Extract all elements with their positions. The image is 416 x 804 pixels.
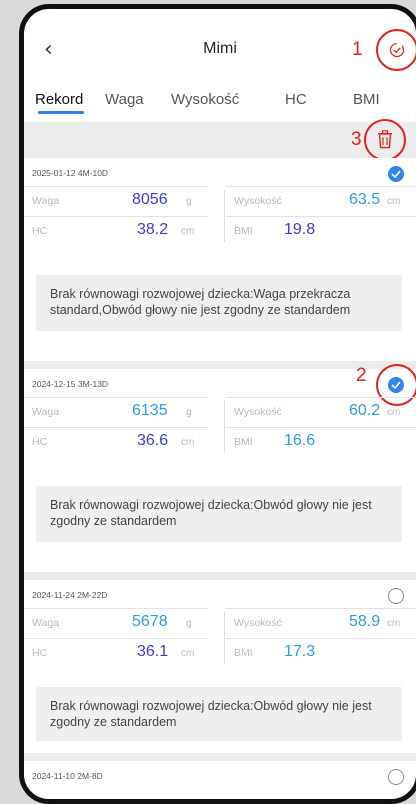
metric-unit: g — [186, 618, 192, 629]
metric-waga: Waga 6135 g — [24, 397, 208, 426]
record-separator — [24, 572, 416, 580]
metric-label: Wysokość — [234, 617, 282, 629]
metric-label: Waga — [32, 617, 60, 629]
metric-label: HC — [32, 225, 48, 237]
metric-label: BMI — [234, 647, 253, 659]
metric-label: HC — [32, 436, 48, 448]
record-date: 2024-11-10 2M-8D — [32, 771, 103, 781]
metric-hc: HC 36.6 cm — [24, 427, 208, 456]
record-note: Brak równowagi rozwojowej dziecka:Obwód … — [36, 687, 402, 741]
record-card[interactable]: 2024-11-10 2M-8D — [24, 761, 416, 799]
phone-frame: ‹ Mimi 1 Rekord Waga Wysokość HC BMI 3 2… — [19, 4, 416, 804]
record-date: 2025-01-12 4M-10D — [32, 168, 109, 178]
metric-label: Wysokość — [234, 195, 282, 207]
tab-wysokosc[interactable]: Wysokość — [171, 91, 239, 108]
record-card[interactable]: 2024-11-24 2M-22D Waga 5678 g Wysokość 5… — [24, 580, 416, 753]
metric-label: BMI — [234, 436, 253, 448]
divider — [224, 190, 225, 242]
metric-value: 63.5 — [349, 191, 381, 208]
metric-bmi: BMI 19.8 — [226, 216, 416, 245]
metric-value: 38.2 — [137, 221, 169, 238]
tab-bar: Rekord Waga Wysokość HC BMI — [24, 81, 416, 121]
metric-unit: g — [186, 196, 192, 207]
divider — [224, 612, 225, 664]
metric-label: BMI — [234, 225, 253, 237]
metric-bmi: BMI 17.3 — [226, 638, 416, 667]
metric-value: 58.9 — [349, 613, 381, 630]
annotation-2: 2 — [356, 365, 367, 386]
metric-unit: cm — [181, 226, 195, 237]
check-icon — [391, 170, 401, 178]
metric-waga: Waga 5678 g — [24, 608, 208, 637]
metric-waga: Waga 8056 g — [24, 186, 208, 215]
record-card[interactable]: 2025-01-12 4M-10D Waga 8056 g Wysokość 6… — [24, 158, 416, 361]
record-checkbox[interactable] — [388, 588, 404, 604]
annotation-3: 3 — [351, 129, 362, 150]
metric-label: HC — [32, 647, 48, 659]
metric-hc: HC 38.2 cm — [24, 216, 208, 245]
tab-hc[interactable]: HC — [285, 91, 307, 108]
tab-bmi[interactable]: BMI — [353, 91, 380, 108]
metric-value: 19.8 — [284, 221, 316, 238]
metric-wysokosc: Wysokość 58.9 cm — [226, 608, 416, 637]
metric-label: Wysokość — [234, 406, 282, 418]
metric-bmi: BMI 16.6 — [226, 427, 416, 456]
metric-value: 16.6 — [284, 432, 316, 449]
metric-value: 5678 — [132, 613, 168, 630]
metric-value: 6135 — [132, 402, 168, 419]
metric-unit: cm — [181, 437, 195, 448]
metric-unit: cm — [387, 196, 401, 207]
metric-wysokosc: Wysokość 60.2 cm — [226, 397, 416, 426]
record-note: Brak równowagi rozwojowej dziecka:Obwód … — [36, 486, 402, 542]
record-date: 2024-12-15 3M-13D — [32, 379, 109, 389]
tab-waga[interactable]: Waga — [105, 91, 144, 108]
record-card[interactable]: 2024-12-15 3M-13D 2 Waga 6135 g Wysokość… — [24, 364, 416, 572]
divider — [224, 401, 225, 453]
metric-value: 17.3 — [284, 643, 316, 660]
annotation-1: 1 — [352, 39, 363, 60]
select-all-check-icon[interactable] — [389, 42, 405, 63]
record-date: 2024-11-24 2M-22D — [32, 590, 108, 600]
metric-wysokosc: Wysokość 63.5 cm — [226, 186, 416, 215]
metric-unit: cm — [181, 648, 195, 659]
record-checkbox[interactable] — [388, 166, 404, 182]
header: ‹ Mimi 1 — [24, 9, 416, 81]
metric-unit: g — [186, 407, 192, 418]
metric-value: 36.1 — [137, 643, 169, 660]
active-tab-indicator — [38, 111, 84, 114]
delete-trash-icon[interactable] — [377, 130, 393, 154]
metric-label: Waga — [32, 406, 60, 418]
metric-label: Waga — [32, 195, 60, 207]
metric-unit: cm — [387, 618, 401, 629]
metric-value: 8056 — [132, 191, 168, 208]
metric-hc: HC 36.1 cm — [24, 638, 208, 667]
record-note: Brak równowagi rozwojowej dziecka:Waga p… — [36, 275, 402, 331]
record-separator — [24, 753, 416, 761]
tab-rekord[interactable]: Rekord — [35, 91, 83, 108]
toolbar: 3 — [24, 119, 416, 161]
metric-unit: cm — [387, 407, 401, 418]
record-checkbox[interactable] — [388, 769, 404, 785]
metric-value: 60.2 — [349, 402, 381, 419]
metric-value: 36.6 — [137, 432, 169, 449]
